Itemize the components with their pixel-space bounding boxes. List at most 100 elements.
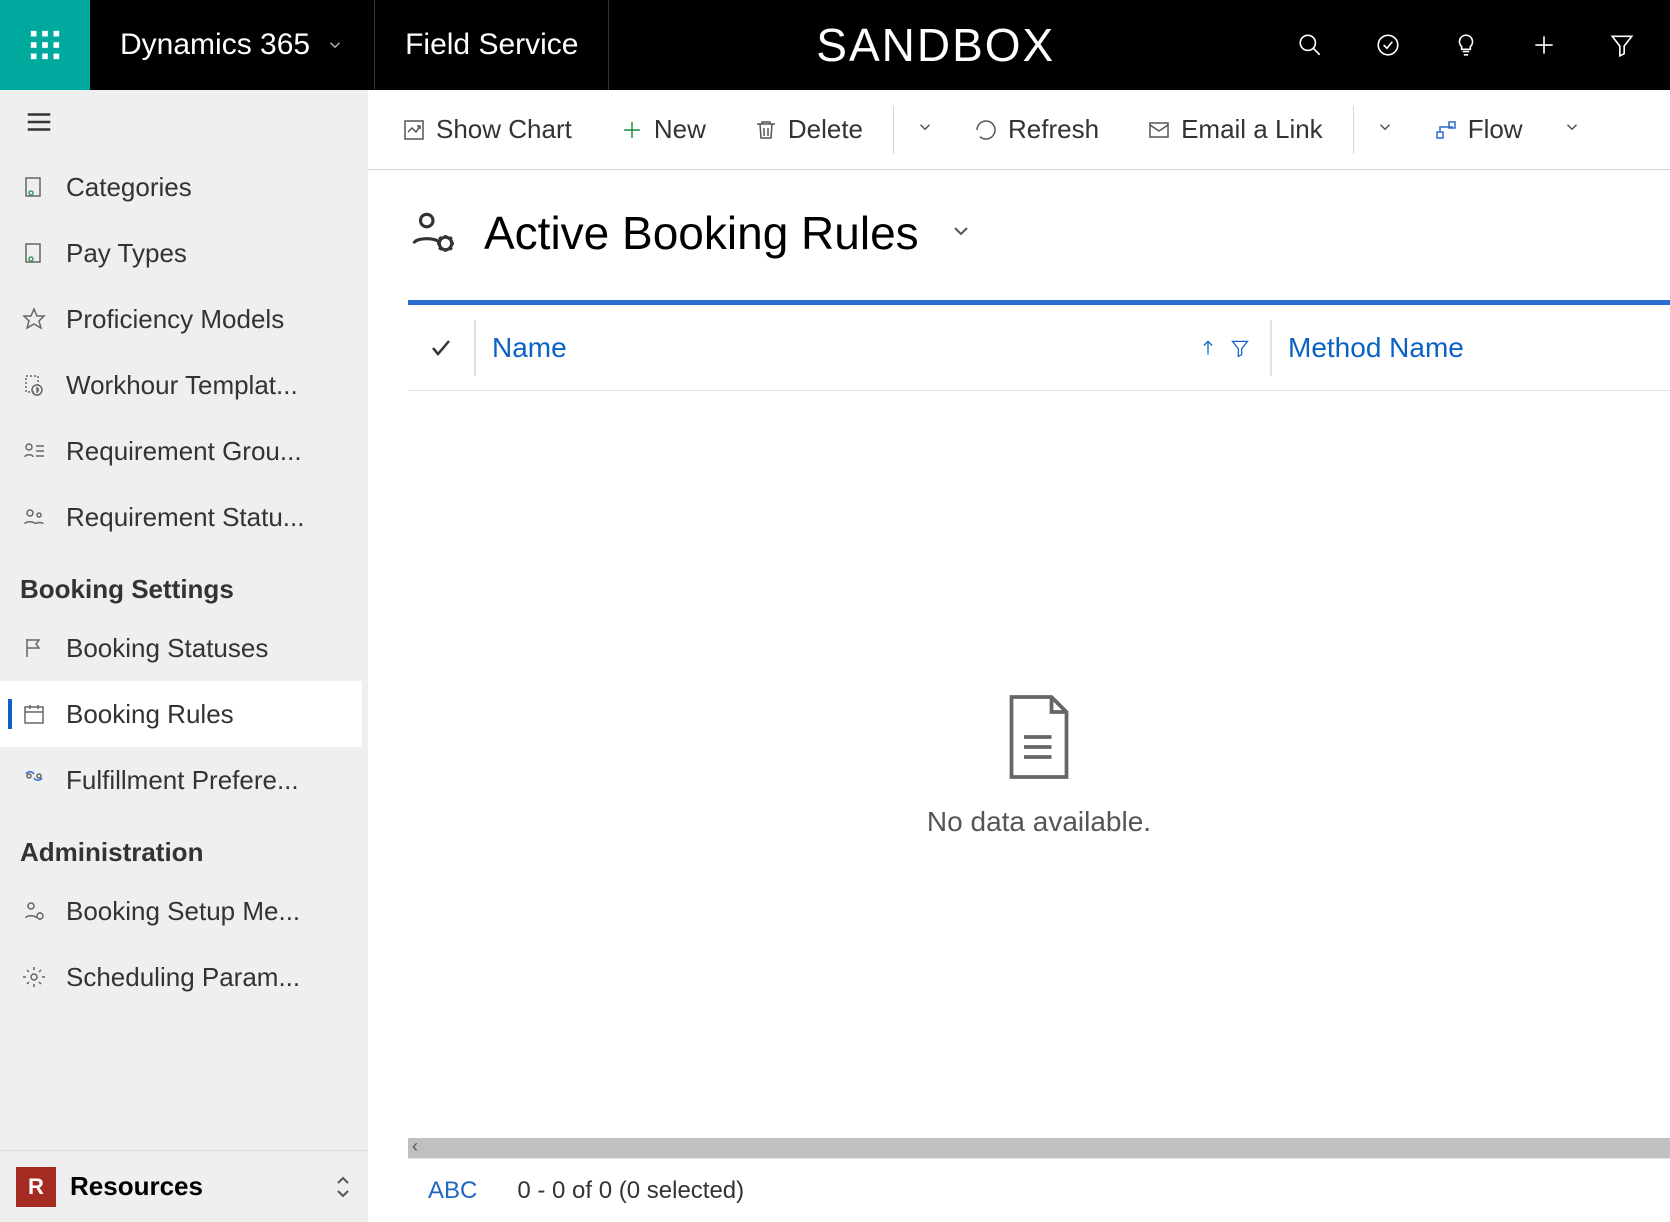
sidebar-item-requirement-groups[interactable]: Requirement Grou...	[0, 418, 362, 484]
brand-label: Dynamics 365	[120, 28, 310, 62]
select-all-checkbox[interactable]	[408, 336, 474, 360]
horizontal-scrollbar[interactable]	[408, 1138, 1670, 1158]
divider	[893, 106, 894, 154]
module-label: Field Service	[405, 28, 578, 62]
hamburger-icon	[24, 107, 54, 137]
nav-group-administration: Administration	[0, 813, 362, 878]
search-icon	[1297, 32, 1323, 58]
people-sync-icon	[20, 766, 48, 794]
help-button[interactable]	[1430, 0, 1502, 90]
cmd-label: Show Chart	[436, 114, 572, 145]
module-button[interactable]: Field Service	[375, 0, 609, 90]
cmd-refresh[interactable]: Refresh	[950, 90, 1123, 169]
chevron-down-icon	[1563, 118, 1581, 136]
flow-icon	[1434, 118, 1458, 142]
cmd-label: Email a Link	[1181, 114, 1323, 145]
plus-icon	[620, 118, 644, 142]
alphabet-filter[interactable]: ABC	[428, 1177, 477, 1205]
cmd-email-dropdown[interactable]	[1360, 118, 1410, 141]
area-switcher-button[interactable]	[334, 1173, 352, 1201]
people-icon	[20, 503, 48, 531]
grid-empty-state: No data available.	[408, 391, 1670, 1138]
person-list-icon	[20, 437, 48, 465]
funnel-icon[interactable]	[1230, 338, 1250, 358]
cmd-label: New	[654, 114, 706, 145]
chevron-down-icon	[1376, 118, 1394, 136]
check-circle-icon	[1375, 32, 1401, 58]
divider	[1353, 106, 1354, 154]
sidebar-item-label: Booking Setup Me...	[66, 896, 300, 927]
sidebar-item-fulfillment-preferences[interactable]: Fulfillment Prefere...	[0, 747, 362, 813]
top-icon-bar	[1262, 0, 1670, 90]
avatar: R	[16, 1167, 56, 1207]
task-checker-button[interactable]	[1352, 0, 1424, 90]
people-gear-icon	[408, 208, 458, 258]
email-icon	[1147, 118, 1171, 142]
sidebar-item-label: Pay Types	[66, 238, 187, 269]
sidebar-item-categories[interactable]: Categories	[0, 154, 362, 220]
waffle-icon	[28, 28, 62, 62]
data-grid: Name Method Name No data available. ABC …	[408, 300, 1670, 1222]
area-switcher-label: Resources	[70, 1171, 320, 1202]
check-icon	[429, 336, 453, 360]
star-icon	[20, 305, 48, 333]
grid-footer: ABC 0 - 0 of 0 (0 selected)	[408, 1158, 1670, 1222]
sidebar-item-scheduling-parameters[interactable]: Scheduling Param...	[0, 944, 362, 1010]
lightbulb-icon	[1453, 32, 1479, 58]
filter-button[interactable]	[1586, 0, 1658, 90]
top-nav-bar: Dynamics 365 Field Service SANDBOX	[0, 0, 1670, 90]
sort-up-icon[interactable]	[1198, 338, 1218, 358]
document-icon	[999, 692, 1079, 782]
chevron-down-icon	[949, 219, 973, 243]
sidebar-item-requirement-statuses[interactable]: Requirement Statu...	[0, 484, 362, 550]
grid-header-row: Name Method Name	[408, 305, 1670, 391]
sidebar-footer: R Resources	[0, 1150, 368, 1222]
sidebar-item-label: Requirement Grou...	[66, 436, 302, 467]
app-launcher-button[interactable]	[0, 0, 90, 90]
paging-info: 0 - 0 of 0 (0 selected)	[517, 1177, 744, 1205]
view-title: Active Booking Rules	[484, 206, 919, 260]
nav-group-booking-settings: Booking Settings	[0, 550, 362, 615]
column-label: Name	[492, 332, 567, 364]
column-header-name[interactable]: Name	[474, 320, 1270, 376]
cmd-delete[interactable]: Delete	[730, 90, 887, 169]
cmd-new[interactable]: New	[596, 90, 730, 169]
brand-dropdown[interactable]: Dynamics 365	[90, 0, 375, 90]
cmd-flow[interactable]: Flow	[1410, 90, 1547, 169]
sidebar-item-label: Booking Rules	[66, 699, 234, 730]
chart-icon	[402, 118, 426, 142]
column-label: Method Name	[1288, 332, 1464, 364]
trash-icon	[754, 118, 778, 142]
column-header-method-name[interactable]: Method Name	[1270, 320, 1670, 376]
sidebar-item-booking-statuses[interactable]: Booking Statuses	[0, 615, 362, 681]
view-header: Active Booking Rules	[368, 170, 1670, 280]
sidebar-item-booking-setup-metadata[interactable]: Booking Setup Me...	[0, 878, 362, 944]
sidebar-item-proficiency-models[interactable]: Proficiency Models	[0, 286, 362, 352]
sidebar-item-label: Requirement Statu...	[66, 502, 304, 533]
cmd-delete-dropdown[interactable]	[900, 118, 950, 141]
clock-document-icon	[20, 371, 48, 399]
cmd-flow-dropdown[interactable]	[1547, 118, 1597, 141]
sidebar-item-label: Workhour Templat...	[66, 370, 298, 401]
cmd-show-chart[interactable]: Show Chart	[378, 90, 596, 169]
flag-icon	[20, 634, 48, 662]
view-selector-dropdown[interactable]	[945, 215, 977, 252]
cmd-email-link[interactable]: Email a Link	[1123, 90, 1347, 169]
sidebar-item-booking-rules[interactable]: Booking Rules	[0, 681, 362, 747]
search-button[interactable]	[1274, 0, 1346, 90]
calendar-icon	[20, 700, 48, 728]
main-content: Show Chart New Delete Refresh Email a Li…	[368, 90, 1670, 1222]
sidebar-toggle[interactable]	[0, 90, 368, 154]
sidebar-item-label: Scheduling Param...	[66, 962, 300, 993]
chevron-up-down-icon	[334, 1173, 352, 1201]
sidebar-item-label: Categories	[66, 172, 192, 203]
chevron-down-icon	[326, 36, 344, 54]
sidebar-item-pay-types[interactable]: Pay Types	[0, 220, 362, 286]
sidebar-item-workhour-templates[interactable]: Workhour Templat...	[0, 352, 362, 418]
person-gear-icon	[20, 897, 48, 925]
plus-icon	[1531, 32, 1557, 58]
add-button[interactable]	[1508, 0, 1580, 90]
command-bar: Show Chart New Delete Refresh Email a Li…	[368, 90, 1670, 170]
funnel-icon	[1609, 32, 1635, 58]
sidebar-item-label: Booking Statuses	[66, 633, 268, 664]
